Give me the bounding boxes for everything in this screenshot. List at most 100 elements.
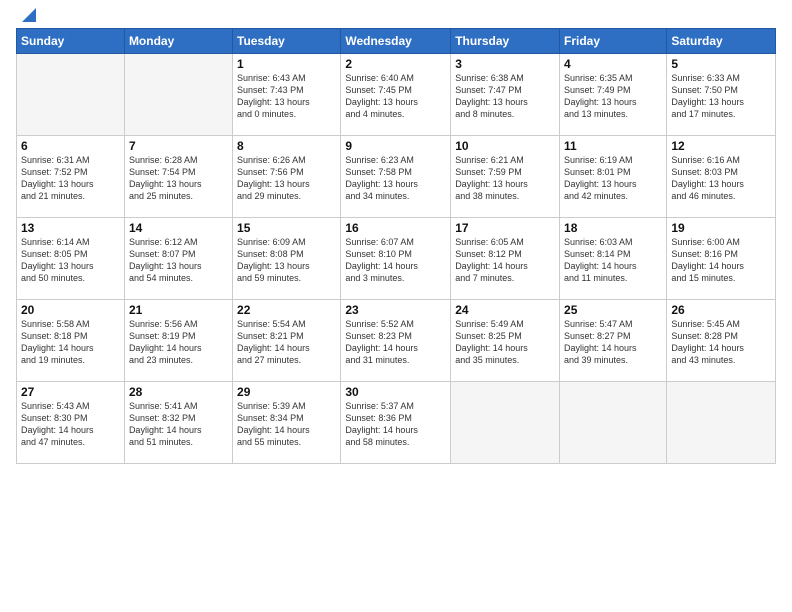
day-info: Sunrise: 5:45 AM Sunset: 8:28 PM Dayligh… — [671, 318, 771, 367]
weekday-header-tuesday: Tuesday — [233, 29, 341, 54]
calendar-cell: 26Sunrise: 5:45 AM Sunset: 8:28 PM Dayli… — [667, 300, 776, 382]
calendar-cell: 22Sunrise: 5:54 AM Sunset: 8:21 PM Dayli… — [233, 300, 341, 382]
logo-icon — [18, 4, 40, 26]
day-number: 6 — [21, 139, 120, 153]
calendar-cell: 5Sunrise: 6:33 AM Sunset: 7:50 PM Daylig… — [667, 54, 776, 136]
day-number: 5 — [671, 57, 771, 71]
day-info: Sunrise: 6:43 AM Sunset: 7:43 PM Dayligh… — [237, 72, 336, 121]
day-number: 2 — [345, 57, 446, 71]
day-number: 29 — [237, 385, 336, 399]
day-number: 20 — [21, 303, 120, 317]
day-number: 7 — [129, 139, 228, 153]
day-info: Sunrise: 6:28 AM Sunset: 7:54 PM Dayligh… — [129, 154, 228, 203]
weekday-header-thursday: Thursday — [451, 29, 560, 54]
day-info: Sunrise: 6:19 AM Sunset: 8:01 PM Dayligh… — [564, 154, 662, 203]
calendar-cell: 8Sunrise: 6:26 AM Sunset: 7:56 PM Daylig… — [233, 136, 341, 218]
day-number: 26 — [671, 303, 771, 317]
calendar-table: SundayMondayTuesdayWednesdayThursdayFrid… — [16, 28, 776, 464]
calendar-cell: 13Sunrise: 6:14 AM Sunset: 8:05 PM Dayli… — [17, 218, 125, 300]
calendar-cell: 30Sunrise: 5:37 AM Sunset: 8:36 PM Dayli… — [341, 382, 451, 464]
day-info: Sunrise: 6:33 AM Sunset: 7:50 PM Dayligh… — [671, 72, 771, 121]
calendar-week-1: 1Sunrise: 6:43 AM Sunset: 7:43 PM Daylig… — [17, 54, 776, 136]
weekday-header-row: SundayMondayTuesdayWednesdayThursdayFrid… — [17, 29, 776, 54]
day-number: 12 — [671, 139, 771, 153]
calendar-cell: 20Sunrise: 5:58 AM Sunset: 8:18 PM Dayli… — [17, 300, 125, 382]
calendar-cell — [17, 54, 125, 136]
day-info: Sunrise: 6:23 AM Sunset: 7:58 PM Dayligh… — [345, 154, 446, 203]
calendar-week-5: 27Sunrise: 5:43 AM Sunset: 8:30 PM Dayli… — [17, 382, 776, 464]
calendar-cell: 16Sunrise: 6:07 AM Sunset: 8:10 PM Dayli… — [341, 218, 451, 300]
day-info: Sunrise: 6:00 AM Sunset: 8:16 PM Dayligh… — [671, 236, 771, 285]
day-info: Sunrise: 5:47 AM Sunset: 8:27 PM Dayligh… — [564, 318, 662, 367]
calendar-cell: 6Sunrise: 6:31 AM Sunset: 7:52 PM Daylig… — [17, 136, 125, 218]
calendar-cell — [124, 54, 232, 136]
calendar-cell: 14Sunrise: 6:12 AM Sunset: 8:07 PM Dayli… — [124, 218, 232, 300]
day-info: Sunrise: 6:05 AM Sunset: 8:12 PM Dayligh… — [455, 236, 555, 285]
day-number: 3 — [455, 57, 555, 71]
weekday-header-monday: Monday — [124, 29, 232, 54]
day-number: 11 — [564, 139, 662, 153]
header — [16, 10, 776, 22]
calendar-week-2: 6Sunrise: 6:31 AM Sunset: 7:52 PM Daylig… — [17, 136, 776, 218]
day-number: 19 — [671, 221, 771, 235]
day-info: Sunrise: 6:14 AM Sunset: 8:05 PM Dayligh… — [21, 236, 120, 285]
day-info: Sunrise: 6:07 AM Sunset: 8:10 PM Dayligh… — [345, 236, 446, 285]
calendar-cell: 21Sunrise: 5:56 AM Sunset: 8:19 PM Dayli… — [124, 300, 232, 382]
calendar-cell: 29Sunrise: 5:39 AM Sunset: 8:34 PM Dayli… — [233, 382, 341, 464]
calendar-cell: 18Sunrise: 6:03 AM Sunset: 8:14 PM Dayli… — [560, 218, 667, 300]
calendar-cell: 1Sunrise: 6:43 AM Sunset: 7:43 PM Daylig… — [233, 54, 341, 136]
day-info: Sunrise: 6:35 AM Sunset: 7:49 PM Dayligh… — [564, 72, 662, 121]
calendar-week-3: 13Sunrise: 6:14 AM Sunset: 8:05 PM Dayli… — [17, 218, 776, 300]
day-number: 15 — [237, 221, 336, 235]
logo — [16, 14, 40, 22]
day-info: Sunrise: 6:16 AM Sunset: 8:03 PM Dayligh… — [671, 154, 771, 203]
day-number: 10 — [455, 139, 555, 153]
day-number: 1 — [237, 57, 336, 71]
weekday-header-friday: Friday — [560, 29, 667, 54]
calendar-cell: 3Sunrise: 6:38 AM Sunset: 7:47 PM Daylig… — [451, 54, 560, 136]
calendar-cell: 10Sunrise: 6:21 AM Sunset: 7:59 PM Dayli… — [451, 136, 560, 218]
calendar-cell — [667, 382, 776, 464]
calendar-cell: 15Sunrise: 6:09 AM Sunset: 8:08 PM Dayli… — [233, 218, 341, 300]
day-info: Sunrise: 6:12 AM Sunset: 8:07 PM Dayligh… — [129, 236, 228, 285]
calendar-cell: 23Sunrise: 5:52 AM Sunset: 8:23 PM Dayli… — [341, 300, 451, 382]
day-info: Sunrise: 5:37 AM Sunset: 8:36 PM Dayligh… — [345, 400, 446, 449]
day-number: 27 — [21, 385, 120, 399]
day-number: 23 — [345, 303, 446, 317]
calendar-cell: 24Sunrise: 5:49 AM Sunset: 8:25 PM Dayli… — [451, 300, 560, 382]
day-number: 18 — [564, 221, 662, 235]
day-info: Sunrise: 6:38 AM Sunset: 7:47 PM Dayligh… — [455, 72, 555, 121]
day-info: Sunrise: 5:39 AM Sunset: 8:34 PM Dayligh… — [237, 400, 336, 449]
day-number: 25 — [564, 303, 662, 317]
calendar-cell: 12Sunrise: 6:16 AM Sunset: 8:03 PM Dayli… — [667, 136, 776, 218]
day-number: 14 — [129, 221, 228, 235]
weekday-header-sunday: Sunday — [17, 29, 125, 54]
day-info: Sunrise: 5:49 AM Sunset: 8:25 PM Dayligh… — [455, 318, 555, 367]
day-number: 21 — [129, 303, 228, 317]
calendar-cell: 19Sunrise: 6:00 AM Sunset: 8:16 PM Dayli… — [667, 218, 776, 300]
day-number: 24 — [455, 303, 555, 317]
day-number: 30 — [345, 385, 446, 399]
weekday-header-saturday: Saturday — [667, 29, 776, 54]
day-info: Sunrise: 5:43 AM Sunset: 8:30 PM Dayligh… — [21, 400, 120, 449]
calendar-cell: 2Sunrise: 6:40 AM Sunset: 7:45 PM Daylig… — [341, 54, 451, 136]
day-info: Sunrise: 5:56 AM Sunset: 8:19 PM Dayligh… — [129, 318, 228, 367]
day-number: 13 — [21, 221, 120, 235]
day-info: Sunrise: 6:09 AM Sunset: 8:08 PM Dayligh… — [237, 236, 336, 285]
day-number: 8 — [237, 139, 336, 153]
calendar-cell: 9Sunrise: 6:23 AM Sunset: 7:58 PM Daylig… — [341, 136, 451, 218]
calendar-cell: 4Sunrise: 6:35 AM Sunset: 7:49 PM Daylig… — [560, 54, 667, 136]
calendar-cell: 7Sunrise: 6:28 AM Sunset: 7:54 PM Daylig… — [124, 136, 232, 218]
day-info: Sunrise: 5:54 AM Sunset: 8:21 PM Dayligh… — [237, 318, 336, 367]
calendar-cell — [560, 382, 667, 464]
day-info: Sunrise: 6:31 AM Sunset: 7:52 PM Dayligh… — [21, 154, 120, 203]
day-info: Sunrise: 5:58 AM Sunset: 8:18 PM Dayligh… — [21, 318, 120, 367]
calendar-cell: 25Sunrise: 5:47 AM Sunset: 8:27 PM Dayli… — [560, 300, 667, 382]
day-number: 17 — [455, 221, 555, 235]
calendar-week-4: 20Sunrise: 5:58 AM Sunset: 8:18 PM Dayli… — [17, 300, 776, 382]
day-number: 4 — [564, 57, 662, 71]
day-info: Sunrise: 6:03 AM Sunset: 8:14 PM Dayligh… — [564, 236, 662, 285]
day-info: Sunrise: 5:52 AM Sunset: 8:23 PM Dayligh… — [345, 318, 446, 367]
page: SundayMondayTuesdayWednesdayThursdayFrid… — [0, 0, 792, 612]
calendar-cell: 11Sunrise: 6:19 AM Sunset: 8:01 PM Dayli… — [560, 136, 667, 218]
